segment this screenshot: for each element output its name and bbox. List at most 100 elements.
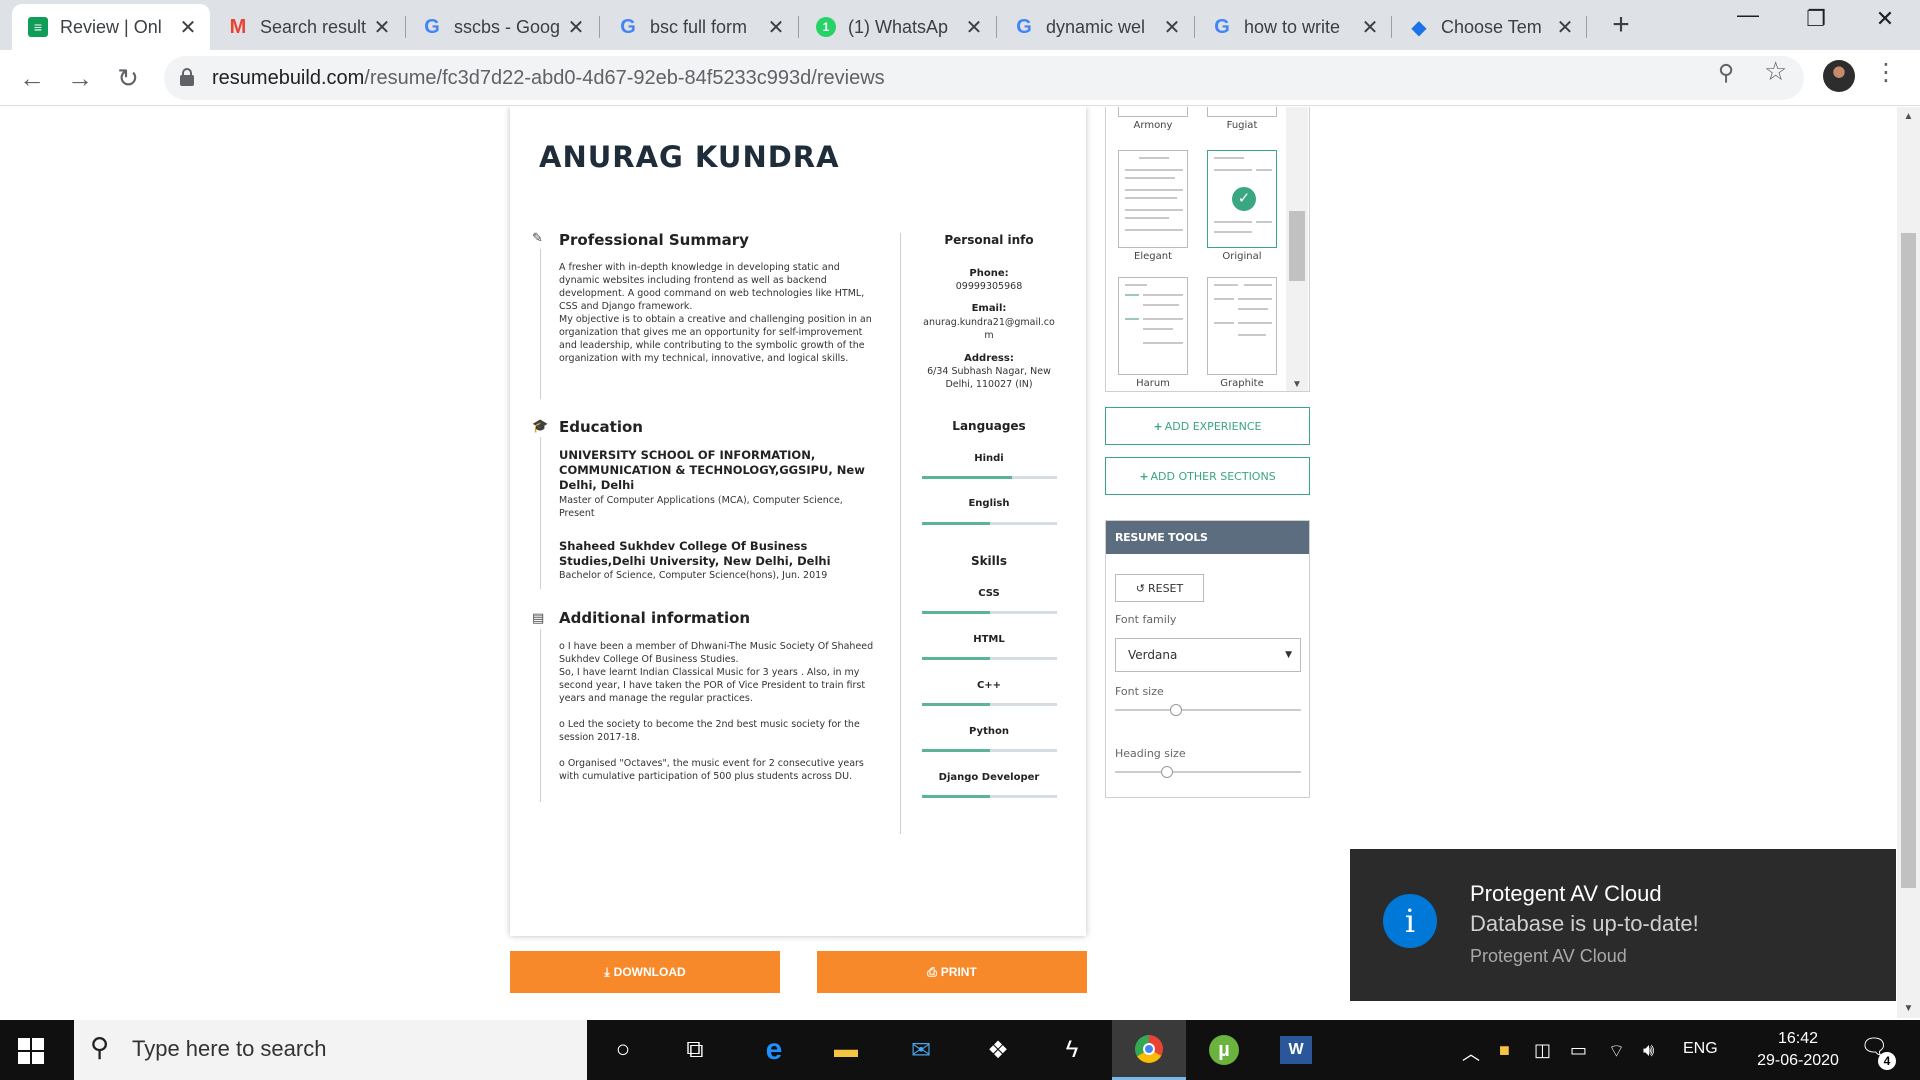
- wifi-icon[interactable]: ⌔: [1608, 1040, 1625, 1063]
- add-experience-button[interactable]: + ADD EXPERIENCE: [1105, 407, 1310, 445]
- clock[interactable]: 16:42 29-06-2020: [1748, 1028, 1848, 1072]
- scroll-down-arrow[interactable]: ▼: [1286, 379, 1308, 390]
- close-tab-icon[interactable]: ✕: [372, 15, 392, 40]
- info-icon: i: [1383, 894, 1437, 948]
- skill-level-bar: [922, 749, 1057, 752]
- close-tab-icon[interactable]: ✕: [178, 15, 198, 40]
- cortana-icon[interactable]: ○: [587, 1020, 659, 1080]
- plus-icon: +: [1139, 469, 1149, 483]
- font-family-label: Font family: [1115, 613, 1177, 626]
- dropbox-icon[interactable]: ❖: [962, 1020, 1034, 1080]
- slider-knob[interactable]: [1161, 766, 1174, 778]
- template-thumb-elegant[interactable]: [1118, 150, 1188, 248]
- word-icon[interactable]: W: [1260, 1020, 1332, 1080]
- heading-size-slider[interactable]: [1115, 766, 1301, 778]
- tray-chevron-icon[interactable]: ︿: [1462, 1040, 1480, 1066]
- windows-start-icon[interactable]: [18, 1038, 44, 1064]
- template-scrollbar[interactable]: ▼: [1286, 107, 1308, 391]
- undo-icon: ↺: [1135, 581, 1145, 595]
- print-button[interactable]: ⎙ PRINT: [817, 951, 1087, 993]
- notification-toast[interactable]: i Protegent AV Cloud Database is up-to-d…: [1350, 849, 1896, 1001]
- app-bolt-icon[interactable]: ϟ: [1036, 1020, 1108, 1080]
- doc-icon: ≡: [28, 17, 48, 37]
- taskbar-search-box[interactable]: ⚲ Type here to search: [74, 1020, 587, 1080]
- tab-separator: [1586, 16, 1587, 38]
- menu-dots-icon[interactable]: ⋮: [1874, 58, 1898, 87]
- scroll-down-arrow[interactable]: ▼: [1897, 1003, 1920, 1014]
- template-caption: Graphite: [1220, 378, 1264, 389]
- edit-icon: ✎: [532, 230, 543, 245]
- close-tab-icon[interactable]: ✕: [964, 15, 984, 40]
- tab-review[interactable]: ≡ Review | Onl ✕: [12, 4, 210, 50]
- heading-size-label: Heading size: [1115, 747, 1186, 760]
- font-family-select[interactable]: Verdana ▼: [1115, 638, 1301, 672]
- bookmark-star-icon[interactable]: ☆: [1764, 56, 1787, 87]
- additional-item: o I have been a member of Dhwani-The Mus…: [559, 641, 874, 704]
- add-other-sections-button[interactable]: + ADD OTHER SECTIONS: [1105, 457, 1310, 495]
- zoom-icon[interactable]: ⚲: [1718, 60, 1734, 86]
- font-size-slider[interactable]: [1115, 704, 1301, 716]
- scroll-thumb[interactable]: [1901, 233, 1916, 888]
- template-thumb-harum[interactable]: [1118, 277, 1188, 375]
- template-thumb-fugiat[interactable]: [1207, 107, 1277, 117]
- url-text[interactable]: resumebuild.com/resume/fc3d7d22-abd0-4d6…: [212, 67, 885, 90]
- dropdown-caret-icon: ▼: [1285, 650, 1292, 660]
- resume-tools-panel: RESUME TOOLS ↺ RESET Font family Verdana…: [1105, 520, 1310, 798]
- skill-name: HTML: [973, 634, 1005, 645]
- chrome-icon[interactable]: [1112, 1020, 1186, 1080]
- slider-knob[interactable]: [1170, 704, 1183, 716]
- close-tab-icon[interactable]: ✕: [566, 15, 586, 40]
- tab-choose-template[interactable]: ◆ Choose Tem ✕: [1393, 4, 1587, 50]
- additional-item: o Organised "Octaves", the music event f…: [559, 758, 864, 782]
- close-tab-icon[interactable]: ✕: [1555, 15, 1575, 40]
- scroll-up-arrow[interactable]: ▲: [1897, 111, 1920, 122]
- notification-count-badge: 4: [1878, 1052, 1896, 1070]
- taskbar: ⚲ Type here to search ○ ⧉ e ▬ ✉ ❖ ϟ µ W …: [0, 1020, 1920, 1080]
- plus-icon: +: [1153, 419, 1163, 433]
- template-thumb-original[interactable]: ✓: [1207, 150, 1277, 248]
- task-view-icon[interactable]: ⧉: [659, 1020, 731, 1080]
- forward-icon[interactable]: →: [62, 60, 98, 96]
- tab-how-to-write[interactable]: G how to write ✕: [1196, 4, 1392, 50]
- tab-bsc-full-form[interactable]: G bsc full form ✕: [602, 4, 798, 50]
- language-indicator[interactable]: ENG: [1683, 1040, 1718, 1058]
- tab-search-results[interactable]: M Search result ✕: [212, 4, 404, 50]
- tray-security-icon[interactable]: ◫: [1534, 1040, 1551, 1061]
- template-thumb-armony[interactable]: [1118, 107, 1188, 117]
- edge-icon[interactable]: e: [738, 1020, 810, 1080]
- tab-separator: [599, 16, 600, 38]
- template-caption: Harum: [1136, 378, 1170, 389]
- tab-whatsapp[interactable]: 1 (1) WhatsAp ✕: [800, 4, 996, 50]
- battery-icon[interactable]: ▭: [1570, 1040, 1587, 1061]
- phone-value: 09999305968: [955, 281, 1023, 292]
- scroll-thumb[interactable]: [1289, 211, 1305, 281]
- close-tab-icon[interactable]: ✕: [766, 15, 786, 40]
- close-tab-icon[interactable]: ✕: [1360, 15, 1380, 40]
- page-scrollbar[interactable]: ▲ ▼: [1897, 107, 1920, 1018]
- back-icon[interactable]: ←: [14, 60, 50, 96]
- action-center-icon[interactable]: 🗨︎ 4: [1860, 1034, 1900, 1070]
- restore-icon[interactable]: ❐: [1796, 6, 1836, 32]
- close-window-icon[interactable]: ✕: [1865, 6, 1905, 32]
- tray-app-icon[interactable]: ■: [1499, 1040, 1510, 1061]
- file-explorer-icon[interactable]: ▬: [810, 1020, 882, 1080]
- template-thumb-graphite[interactable]: [1207, 277, 1277, 375]
- email-value: anurag.kundra21@gmail.com: [923, 317, 1055, 341]
- minimize-icon[interactable]: —: [1728, 2, 1768, 28]
- close-tab-icon[interactable]: ✕: [1162, 15, 1182, 40]
- utorrent-icon[interactable]: µ: [1188, 1020, 1260, 1080]
- google-icon: G: [1016, 15, 1032, 38]
- additional-item: o Led the society to become the 2nd best…: [559, 719, 860, 743]
- download-button[interactable]: ⤓ DOWNLOAD: [510, 951, 780, 993]
- address-bar[interactable]: resumebuild.com/resume/fc3d7d22-abd0-4d6…: [164, 56, 1804, 100]
- reset-button[interactable]: ↺ RESET: [1115, 574, 1204, 602]
- phone-label: Phone:: [969, 268, 1009, 279]
- tab-sscbs[interactable]: G sscbs - Goog ✕: [406, 4, 598, 50]
- google-icon: G: [620, 15, 636, 38]
- volume-icon[interactable]: 🔊︎: [1643, 1040, 1654, 1061]
- profile-avatar[interactable]: [1823, 60, 1855, 92]
- reload-icon[interactable]: ↻: [110, 60, 146, 96]
- new-tab-icon[interactable]: +: [1603, 8, 1639, 42]
- mail-icon[interactable]: ✉: [885, 1020, 957, 1080]
- tab-dynamic-web[interactable]: G dynamic wel ✕: [998, 4, 1194, 50]
